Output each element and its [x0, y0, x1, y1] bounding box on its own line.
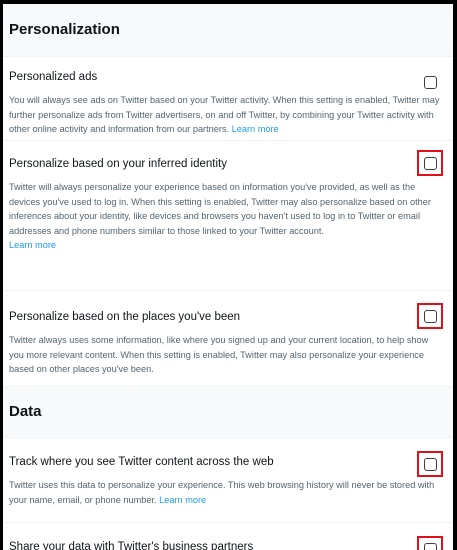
setting-track-web: Track where you see Twitter content acro…	[3, 438, 453, 522]
checkbox-highlight-frame	[417, 150, 443, 176]
setting-personalized-ads: Personalized ads You will always see ads…	[3, 57, 453, 140]
setting-title: Share your data with Twitter's business …	[9, 541, 254, 550]
track-web-checkbox[interactable]	[423, 457, 437, 471]
setting-share-partners: Share your data with Twitter's business …	[3, 523, 453, 550]
setting-title: Personalize based on your inferred ident…	[9, 158, 227, 170]
share-partners-checkbox[interactable]	[423, 542, 437, 550]
setting-places-been: Personalize based on the places you've b…	[3, 291, 453, 386]
learn-more-link[interactable]: Learn more	[9, 240, 56, 250]
inferred-identity-checkbox[interactable]	[423, 156, 437, 170]
learn-more-link[interactable]: Learn more	[159, 495, 206, 505]
section-header-data: Data	[3, 386, 453, 438]
setting-title: Personalize based on the places you've b…	[9, 311, 241, 323]
learn-more-link[interactable]: Learn more	[232, 124, 279, 134]
setting-description: Twitter will always personalize your exp…	[9, 182, 431, 250]
settings-panel: Personalization Personalized ads You wil…	[3, 4, 453, 550]
setting-description: Twitter always uses some information, li…	[9, 335, 429, 374]
places-been-checkbox[interactable]	[423, 309, 437, 323]
checkbox-highlight-frame	[417, 303, 443, 329]
setting-description: You will always see ads on Twitter based…	[9, 95, 440, 134]
checkbox-frame	[417, 69, 443, 95]
section-header-personalization: Personalization	[3, 4, 453, 57]
setting-inferred-identity: Personalize based on your inferred ident…	[3, 141, 453, 290]
checkbox-highlight-frame	[417, 536, 443, 550]
personalized-ads-checkbox[interactable]	[423, 75, 437, 89]
setting-description: Twitter uses this data to personalize yo…	[9, 480, 435, 505]
setting-title: Track where you see Twitter content acro…	[9, 456, 274, 468]
setting-title: Personalized ads	[9, 71, 98, 83]
checkbox-highlight-frame	[417, 451, 443, 477]
